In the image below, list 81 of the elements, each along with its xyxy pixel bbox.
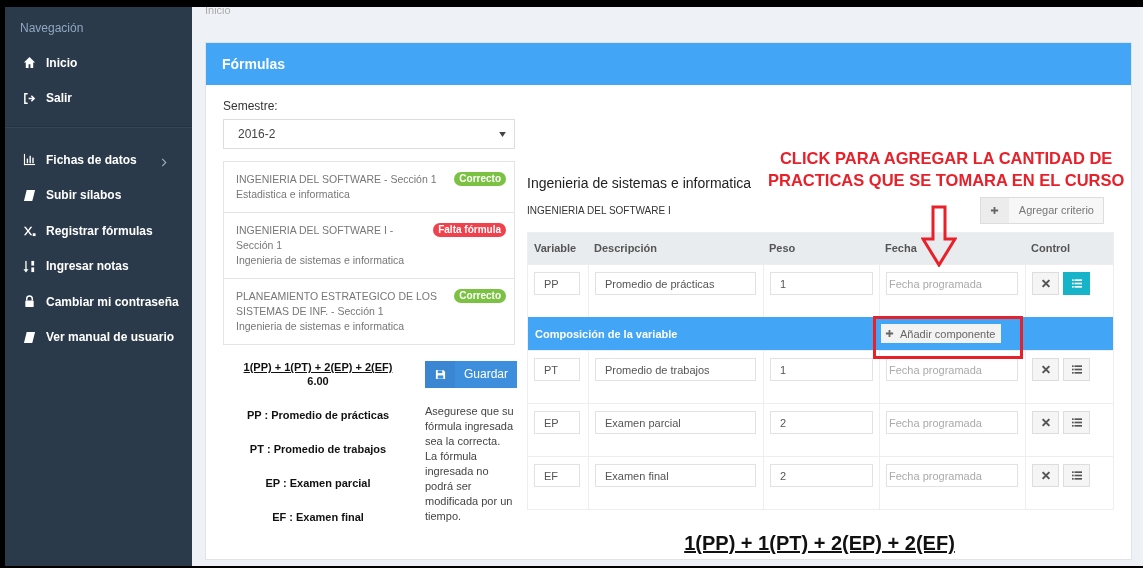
weight-field[interactable]: 1	[770, 272, 873, 295]
course-item[interactable]: PLANEAMIENTO ESTRATEGICO DE LOS SISTEMAS DE INF. - Sección 1 Ingenieria de sistemas e informatica Correcto	[224, 278, 514, 344]
variable-field[interactable]: PT	[534, 358, 580, 381]
sidebar-item[interactable]: Inicio	[5, 45, 192, 81]
list-icon	[1071, 471, 1082, 480]
close-icon	[1040, 365, 1051, 374]
legend-item: PT : Promedio de trabajos	[248, 443, 388, 455]
sidebar-item[interactable]: Cambiar mi contraseña	[5, 284, 192, 320]
column-header: Control	[1030, 241, 1072, 256]
book-icon	[23, 330, 36, 344]
status-badge: Correcto	[454, 289, 506, 303]
delete-button[interactable]	[1032, 464, 1059, 487]
column-header: Fecha	[884, 241, 918, 256]
variable-field[interactable]: PP	[534, 272, 580, 295]
annotation-text: PRACTICAS QUE SE TOMARA EN EL CURSO	[768, 170, 1125, 191]
list-icon	[1071, 279, 1082, 288]
description-field[interactable]: Promedio de prácticas	[595, 272, 756, 295]
weight-field[interactable]: 2	[770, 464, 873, 487]
sidebar-heading: Navegación	[19, 20, 85, 37]
lock-icon	[23, 295, 36, 309]
course-item[interactable]: INGENIERIA DEL SOFTWARE - Sección 1 Estadistica e informatica Correcto	[224, 162, 514, 212]
warning-note: Asegurese que su fórmula ingresada sea la correcta. La fórmula ingresada no podrá ser modificada por un tiempo.	[425, 404, 515, 524]
plus-icon	[885, 329, 894, 338]
chart-icon	[23, 153, 36, 167]
caret-icon	[499, 131, 506, 137]
status-badge: Falta fórmula	[433, 223, 506, 237]
legend-item: EP : Examen parcial	[264, 477, 372, 489]
course-school: Estadistica e informatica	[236, 187, 351, 202]
sidebar-item[interactable]: Fichas de datos	[5, 142, 192, 178]
exit-icon	[23, 91, 36, 105]
formula-total: 6.00	[306, 375, 330, 387]
variable-field[interactable]: EF	[534, 464, 580, 487]
course-title: INGENIERIA DEL SOFTWARE - Sección 1	[236, 172, 437, 187]
course-title: PLANEAMIENTO ESTRATEGICO DE LOS SISTEMAS DE INF. - Sección 1	[236, 289, 438, 319]
column-header: Variable	[533, 241, 578, 256]
composition-title: Composición de la variable	[535, 327, 678, 340]
sidebar-item[interactable]: Ver manual de usuario	[5, 319, 192, 355]
variable-field[interactable]: EP	[534, 411, 580, 434]
description-field[interactable]: Examen final	[595, 464, 756, 487]
plus-icon	[990, 206, 1000, 215]
add-component-button[interactable]: Añadir componente	[881, 324, 1002, 343]
legend-item: PP : Promedio de prácticas	[245, 409, 391, 421]
sidebar-item[interactable]: Salir	[5, 80, 192, 116]
formula-expression: 1(PP) + 1(PT) + 2(EP) + 2(EF)	[242, 361, 394, 373]
description-field[interactable]: Promedio de trabajos	[595, 358, 756, 381]
close-icon	[1040, 279, 1051, 288]
course-school: Ingenieria de sistemas e informatica	[236, 319, 406, 334]
delete-button[interactable]	[1032, 358, 1059, 381]
annotation-arrow	[921, 205, 957, 267]
delete-button[interactable]	[1032, 411, 1059, 434]
floppy-icon	[434, 369, 446, 380]
formula-expression: 1(PP) + 1(PT) + 2(EP) + 2(EF)	[683, 532, 956, 555]
course-item[interactable]: INGENIERIA DEL SOFTWARE I - Sección 1 Ingenieria de sistemas e informatica Falta fórmula	[224, 212, 514, 278]
semester-select[interactable]: 2016-2	[223, 119, 515, 149]
list-icon	[1071, 365, 1082, 374]
description-field[interactable]: Examen parcial	[595, 411, 756, 434]
list-icon	[1071, 418, 1082, 427]
sidebar-item[interactable]: Registrar fórmulas	[5, 213, 192, 249]
book-icon	[23, 188, 36, 202]
panel-header: Fórmulas	[206, 43, 1131, 85]
delete-button[interactable]	[1032, 272, 1059, 295]
column-header: Descripción	[593, 241, 658, 256]
status-badge: Correcto	[454, 172, 506, 186]
weight-field[interactable]: 2	[770, 411, 873, 434]
home-icon	[23, 56, 36, 70]
semester-label: Semestre:	[223, 99, 279, 113]
column-header: Peso	[768, 241, 797, 256]
sort-icon	[23, 259, 36, 273]
close-icon	[1040, 471, 1051, 480]
subscript-icon	[23, 224, 36, 238]
career-heading: Ingenieria de sistemas e informatica	[527, 175, 753, 191]
annotation-text: CLICK PARA AGREGAR LA CANTIDAD DE	[778, 148, 1114, 169]
legend-item: EF : Examen final	[271, 511, 365, 523]
sidebar-item[interactable]: Subir sílabos	[5, 177, 192, 213]
close-icon	[1040, 418, 1051, 427]
course-school: Ingenieria de sistemas e informatica	[236, 253, 406, 268]
sidebar-item[interactable]: Ingresar notas	[5, 248, 192, 284]
course-title: INGENIERIA DEL SOFTWARE I - Sección 1	[236, 223, 395, 253]
add-criterion-button[interactable]: Agregar criterio	[979, 197, 1104, 224]
course-name: INGENIERIA DEL SOFTWARE I	[527, 205, 671, 216]
weight-field[interactable]: 1	[770, 358, 873, 381]
